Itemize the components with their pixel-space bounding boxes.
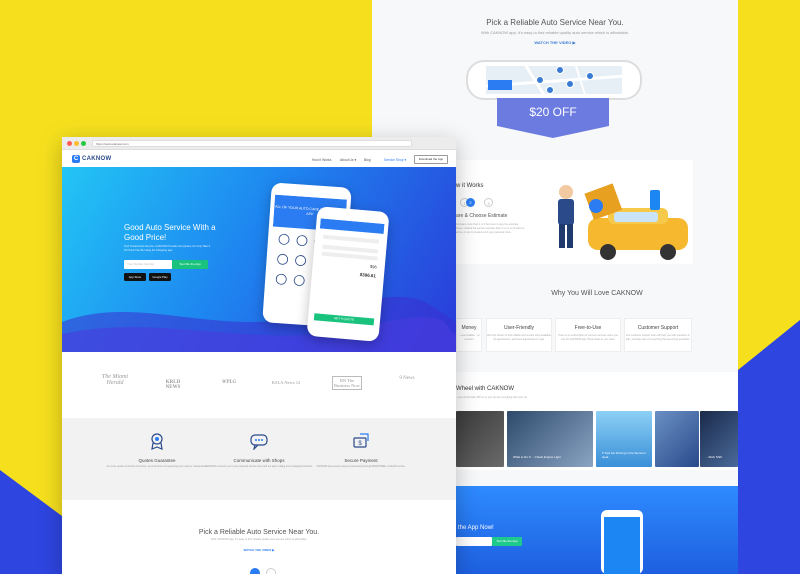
feature-title: Communicate with Shops — [233, 458, 285, 463]
article-photo[interactable] — [456, 411, 504, 467]
hero-description: Find Trusted Auto Service. CAKNOW Provid… — [124, 245, 211, 252]
minimize-dot[interactable] — [74, 141, 79, 146]
phone-header — [319, 218, 385, 234]
map-view — [485, 65, 627, 98]
love-card: Customer Support Our customer support te… — [624, 318, 692, 352]
back-pick-subtitle: With CAKNOW app, it's easy to find relia… — [480, 30, 630, 35]
app-title: the App Now! — [458, 525, 494, 531]
back-pick-title: Pick a Reliable Auto Service Near You. — [486, 18, 624, 27]
press-logo-9news: 9 News — [399, 376, 415, 381]
press-logos: The Miami Herald KRLD NEWS WPLG KSLA New… — [62, 352, 456, 418]
svg-text:$: $ — [358, 441, 362, 447]
wheel-subtitle: ...ews and installs, Bill us so you can … — [456, 396, 528, 399]
article-photo[interactable]: What to Do If ... Check Engine Light — [507, 411, 593, 467]
secure-payment-icon: $ — [353, 433, 369, 448]
article-photo[interactable]: ...Stick Shift — [700, 411, 738, 467]
map-pin[interactable] — [556, 66, 564, 74]
play-icon: ▶ — [272, 548, 275, 552]
phone-price-small: $96 — [369, 263, 377, 270]
mechanic-car-illustration — [558, 183, 688, 260]
chat-icon — [250, 434, 268, 451]
map-pin[interactable] — [546, 86, 554, 94]
feature-title: Quotes Guarantee — [138, 458, 176, 463]
press-logo-krld: KRLD NEWS — [165, 380, 181, 390]
text-me-app-button[interactable]: Text Me the App — [172, 260, 208, 269]
wheel-title: Wheel with CAKNOW — [456, 386, 515, 392]
logo-mark: C — [72, 155, 80, 163]
award-icon — [151, 433, 163, 450]
features-section: Quotes Guarantee Get more quotes to find… — [62, 418, 456, 500]
app-phone-mockup — [601, 510, 643, 574]
article-photo[interactable]: 5 Tips For Driving in the Summer Heat — [596, 411, 652, 467]
hero-section: Good Auto Service With a Good Price! Fin… — [62, 167, 456, 352]
pick-title: Pick a Reliable Auto Service Near You. — [198, 529, 320, 536]
carousel-dot[interactable] — [266, 568, 276, 574]
maximize-dot[interactable] — [81, 141, 86, 146]
love-card: Free-to-Use There is no subscription to … — [555, 318, 621, 352]
download-app-button[interactable]: Download the App — [414, 155, 448, 164]
address-bar[interactable]: https://www.caknow.com — [92, 140, 412, 147]
phone-screen: $96 $396.61 GET A QUOTE — [311, 218, 385, 330]
close-dot[interactable] — [67, 141, 72, 146]
press-logo-bn: BN The Business Now — [332, 376, 362, 390]
step-3[interactable]: 3 — [484, 198, 493, 207]
mobile-number-input[interactable]: Your Mobile Number — [124, 260, 172, 269]
app-phone-input[interactable] — [456, 537, 492, 546]
back-watch-video-link[interactable]: WATCH THE VIDEO ▶ — [372, 40, 738, 45]
phone-mockup-quote: $96 $396.61 GET A QUOTE — [306, 206, 390, 342]
hero-wave — [62, 296, 456, 352]
feature-communicate: Communicate with Shops CAKNOW connects y… — [204, 432, 314, 469]
nav-about-us[interactable]: About Us ▾ — [340, 158, 356, 162]
article-photo[interactable] — [655, 411, 699, 467]
watch-video-link[interactable]: WATCH THE VIDEO ▶ — [62, 548, 456, 552]
hero-headline: Good Auto Service With a Good Price! — [124, 223, 216, 242]
how-text: Compare more than 1 or 3 but more to giv… — [456, 223, 525, 234]
download-app-band — [456, 486, 738, 574]
google-play-badge[interactable]: Google Play — [149, 273, 171, 281]
love-card: Money ...ness reliable ...ut services — [456, 318, 482, 352]
feature-desc: CAKNOW connects you to your selected ser… — [205, 465, 313, 468]
map-pin[interactable] — [536, 76, 544, 84]
press-logo-wplg: WPLG — [221, 380, 237, 385]
feature-title: Secure Payment — [344, 458, 378, 463]
press-logo-miami-herald: The Miami Herald — [101, 374, 129, 386]
feature-quotes-guarantee: Quotes Guarantee Get more quotes to find… — [102, 432, 212, 469]
browser-chrome: https://www.caknow.com — [62, 137, 456, 150]
nav-blog[interactable]: Blog — [364, 158, 371, 162]
nav-how-it-works[interactable]: How it Works — [312, 158, 331, 162]
how-title: w it Works — [456, 183, 484, 189]
feature-desc: Get more quotes to find the best price, … — [106, 465, 208, 468]
love-card: User-Friendly We help drivers to find re… — [486, 318, 552, 352]
pick-section: Pick a Reliable Auto Service Near You. W… — [62, 500, 456, 574]
phone-line — [322, 234, 380, 244]
browser-window: https://www.caknow.com C CAKNOW How it W… — [62, 137, 456, 574]
logo[interactable]: C CAKNOW — [72, 154, 111, 164]
logo-text: CAKNOW — [82, 156, 112, 162]
phone-line — [321, 251, 378, 261]
app-store-badge[interactable]: App Store — [124, 273, 146, 281]
map-pin[interactable] — [566, 80, 574, 88]
landscape-phone-map — [466, 60, 642, 100]
phone-quote-button[interactable]: GET A QUOTE — [313, 313, 375, 326]
nav-service-shop[interactable]: Service Shop ▾ — [384, 158, 406, 162]
app-text-button[interactable]: Text Me the App — [492, 537, 522, 546]
carousel-dot[interactable] — [250, 568, 260, 574]
press-logo-ksla: KSLA News 12 — [271, 380, 301, 385]
how-step-label: are & Choose Estimate — [456, 213, 508, 219]
step-2[interactable]: 2 — [466, 198, 475, 207]
phone-price: $396.61 — [359, 272, 377, 279]
feature-secure-payment: $ Secure Payment CAKNOW uses secure paym… — [306, 432, 416, 469]
site-nav: C CAKNOW How it Works About Us ▾ Blog Se… — [62, 150, 456, 167]
love-title: Why You Will Love CAKNOW — [551, 290, 643, 297]
pick-subtitle: With CAKNOW app, it's easy to find relia… — [210, 538, 308, 541]
feature-desc: CAKNOW uses secure payment processing th… — [316, 465, 406, 468]
map-pin[interactable] — [586, 72, 594, 80]
